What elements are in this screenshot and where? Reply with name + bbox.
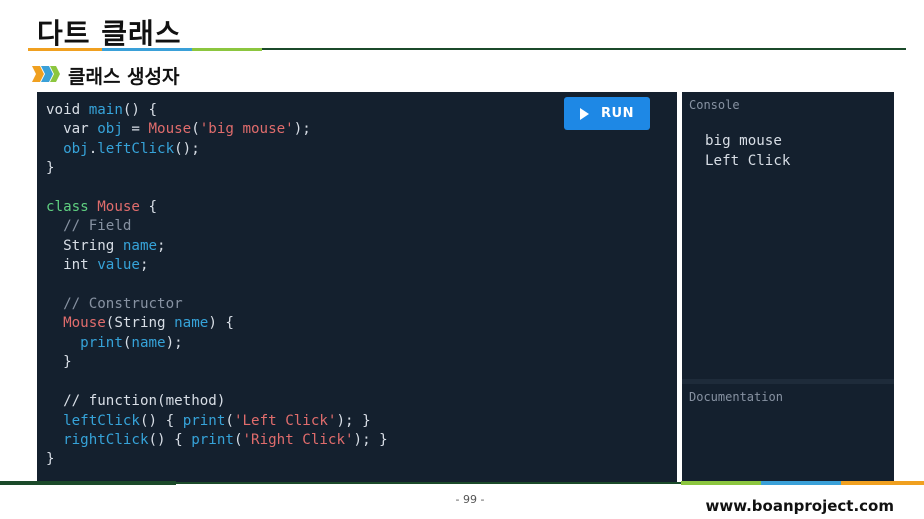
- code-token: int: [46, 257, 98, 274]
- run-button[interactable]: RUN: [564, 97, 650, 130]
- code-token: }: [46, 160, 55, 177]
- code-token: =: [122, 121, 149, 138]
- code-token: print: [46, 334, 123, 351]
- page-number: - 99 -: [455, 493, 485, 506]
- code-token: () {: [148, 431, 192, 448]
- code-token: main: [88, 102, 123, 118]
- code-line: rightClick() { print('Right Click'); }: [46, 431, 388, 450]
- slide-title: 다트 클래스: [37, 17, 182, 50]
- code-token: var: [46, 121, 98, 138]
- code-token: ); }: [336, 412, 371, 429]
- code-token: // function(method): [46, 393, 226, 410]
- footer-line-orange: [841, 481, 924, 485]
- documentation-label: Documentation: [689, 390, 783, 404]
- title-underline-blue: [102, 48, 192, 51]
- code-token: print: [182, 412, 226, 429]
- code-token: name: [131, 334, 166, 351]
- code-line: print(name);: [46, 334, 388, 353]
- code-token: name: [174, 315, 209, 332]
- code-line: // Field: [46, 217, 388, 236]
- code-token: {: [139, 199, 158, 216]
- code-token: () {: [122, 102, 158, 118]
- code-token: (String: [105, 315, 175, 332]
- code-line: void main() {: [46, 101, 388, 120]
- code-line: // Constructor: [46, 295, 388, 314]
- code-token: 'Left Click': [233, 412, 337, 429]
- code-line: // function(method): [46, 392, 388, 411]
- title-underline-orange: [28, 48, 102, 51]
- code-content[interactable]: void main() { var obj = Mouse('big mouse…: [46, 101, 388, 470]
- code-line: }: [46, 353, 388, 372]
- code-line: class Mouse {: [46, 198, 388, 217]
- code-token: // Constructor: [46, 296, 183, 313]
- code-line: }: [46, 450, 388, 469]
- code-token: print: [191, 431, 234, 448]
- code-token: () {: [139, 412, 183, 429]
- code-token: ();: [174, 140, 200, 157]
- slide-subtitle: 클래스 생성자: [68, 66, 180, 88]
- console-output: big mouse Left Click: [705, 133, 791, 169]
- code-token: ); }: [353, 431, 388, 448]
- code-line: var obj = Mouse('big mouse');: [46, 120, 388, 139]
- console-panel: Console big mouse Left Click: [682, 92, 894, 379]
- code-token: 'big mouse': [199, 121, 294, 138]
- code-token: void: [46, 102, 89, 118]
- code-token: (: [191, 121, 200, 138]
- code-line: Mouse(String name) {: [46, 314, 388, 333]
- code-token: rightClick: [46, 431, 149, 448]
- code-token: (: [225, 412, 234, 429]
- website-url: www.boanproject.com: [705, 497, 895, 515]
- chevron-arrows-icon: [32, 66, 60, 82]
- code-token: obj: [97, 121, 123, 138]
- code-line: leftClick() { print('Left Click'); }: [46, 412, 388, 431]
- code-token: obj: [46, 140, 89, 157]
- documentation-panel: Documentation: [682, 384, 894, 482]
- code-editor[interactable]: void main() { var obj = Mouse('big mouse…: [37, 92, 677, 482]
- console-label: Console: [689, 98, 740, 112]
- footer-line-thin: [176, 482, 681, 484]
- code-token: ) {: [208, 315, 234, 332]
- footer-line-green: [681, 481, 761, 485]
- code-token: ;: [139, 257, 149, 274]
- title-underline-green: [192, 48, 262, 51]
- play-icon: [580, 107, 590, 120]
- code-line: String name;: [46, 237, 388, 256]
- code-token: }: [46, 354, 72, 371]
- code-token: value: [97, 257, 140, 274]
- run-button-label: RUN: [601, 106, 634, 121]
- title-underline-dark: [262, 48, 906, 50]
- code-token: 'Right Click': [242, 431, 354, 448]
- code-token: .: [88, 140, 98, 157]
- code-token: }: [46, 451, 55, 468]
- footer-line-blue: [761, 481, 841, 485]
- code-token: leftClick: [46, 412, 140, 429]
- code-token: name: [122, 237, 158, 254]
- code-line: }: [46, 159, 388, 178]
- code-line: obj.leftClick();: [46, 140, 388, 159]
- code-token: class: [46, 199, 98, 216]
- code-token: ;: [157, 237, 166, 254]
- code-token: // Field: [46, 218, 132, 235]
- footer-line-dark: [0, 481, 176, 485]
- code-token: String: [46, 237, 123, 254]
- code-token: leftClick: [97, 140, 175, 157]
- code-token: Mouse: [97, 199, 140, 216]
- code-token: );: [165, 334, 183, 351]
- code-token: Mouse: [148, 121, 192, 138]
- code-token: Mouse: [46, 315, 106, 332]
- code-line: int value;: [46, 256, 388, 275]
- code-token: );: [293, 121, 311, 138]
